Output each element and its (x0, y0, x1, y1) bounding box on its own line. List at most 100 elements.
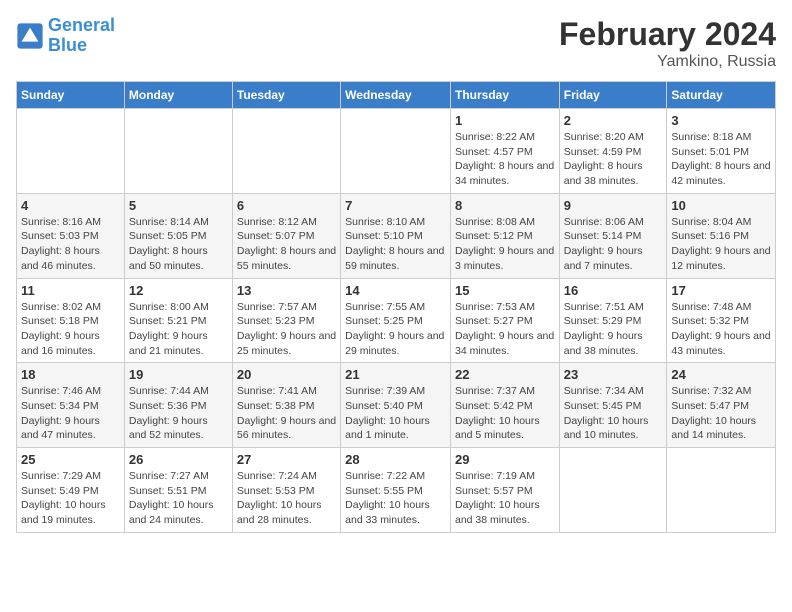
day-detail: Sunrise: 8:10 AM Sunset: 5:10 PM Dayligh… (345, 215, 446, 274)
calendar-cell: 29Sunrise: 7:19 AM Sunset: 5:57 PM Dayli… (450, 448, 559, 533)
logo-line2: Blue (48, 35, 87, 55)
day-number: 23 (564, 367, 663, 382)
weekday-header: Wednesday (341, 82, 451, 109)
calendar-cell (559, 448, 667, 533)
calendar-cell (341, 109, 451, 194)
day-number: 7 (345, 198, 446, 213)
day-number: 24 (671, 367, 771, 382)
day-number: 11 (21, 283, 120, 298)
calendar-cell: 13 Sunrise: 7:57 AM Sunset: 5:23 PM Dayli… (232, 278, 340, 363)
title-area: February 2024 Yamkino, Russia (559, 16, 776, 71)
logo-text: General Blue (48, 16, 115, 56)
calendar-cell: 17 Sunrise: 7:48 AM Sunset: 5:32 PM Dayli… (667, 278, 776, 363)
day-detail: Sunrise: 7:34 AM Sunset: 5:45 PM Dayligh… (564, 384, 663, 443)
day-number: 1 (455, 113, 555, 128)
calendar-cell: 15 Sunrise: 7:53 AM Sunset: 5:27 PM Dayli… (450, 278, 559, 363)
calendar-week-row: 1 Sunrise: 8:22 AM Sunset: 4:57 PM Daylig… (17, 109, 776, 194)
calendar-cell: 23 Sunrise: 7:34 AM Sunset: 5:45 PM Dayli… (559, 363, 667, 448)
day-number: 15 (455, 283, 555, 298)
day-number: 16 (564, 283, 663, 298)
weekday-header: Friday (559, 82, 667, 109)
day-detail: Sunrise: 7:24 AM Sunset: 5:53 PM Dayligh… (237, 469, 336, 528)
calendar-cell (17, 109, 125, 194)
day-detail: Sunrise: 8:04 AM Sunset: 5:16 PM Dayligh… (671, 215, 771, 274)
calendar-cell: 21Sunrise: 7:39 AM Sunset: 5:40 PM Dayli… (341, 363, 451, 448)
calendar-cell: 4 Sunrise: 8:16 AM Sunset: 5:03 PM Daylig… (17, 193, 125, 278)
day-number: 25 (21, 452, 120, 467)
day-detail: Sunrise: 7:29 AM Sunset: 5:49 PM Dayligh… (21, 469, 120, 528)
calendar-cell: 3 Sunrise: 8:18 AM Sunset: 5:01 PM Daylig… (667, 109, 776, 194)
calendar-cell (232, 109, 340, 194)
day-number: 10 (671, 198, 771, 213)
logo-line1: General (48, 15, 115, 35)
calendar-cell (124, 109, 232, 194)
day-detail: Sunrise: 7:57 AM Sunset: 5:23 PM Dayligh… (237, 300, 336, 359)
day-detail: Sunrise: 7:51 AM Sunset: 5:29 PM Dayligh… (564, 300, 663, 359)
day-number: 22 (455, 367, 555, 382)
day-detail: Sunrise: 8:22 AM Sunset: 4:57 PM Dayligh… (455, 130, 555, 189)
logo: General Blue (16, 16, 115, 56)
day-detail: Sunrise: 7:37 AM Sunset: 5:42 PM Dayligh… (455, 384, 555, 443)
day-detail: Sunrise: 8:12 AM Sunset: 5:07 PM Dayligh… (237, 215, 336, 274)
day-number: 5 (129, 198, 228, 213)
calendar-cell: 26Sunrise: 7:27 AM Sunset: 5:51 PM Dayli… (124, 448, 232, 533)
location-title: Yamkino, Russia (559, 53, 776, 71)
day-number: 27 (237, 452, 336, 467)
day-detail: Sunrise: 7:53 AM Sunset: 5:27 PM Dayligh… (455, 300, 555, 359)
day-number: 17 (671, 283, 771, 298)
day-detail: Sunrise: 8:20 AM Sunset: 4:59 PM Dayligh… (564, 130, 663, 189)
day-number: 28 (345, 452, 446, 467)
day-detail: Sunrise: 7:22 AM Sunset: 5:55 PM Dayligh… (345, 469, 446, 528)
day-number: 13 (237, 283, 336, 298)
day-detail: Sunrise: 8:00 AM Sunset: 5:21 PM Dayligh… (129, 300, 228, 359)
page-header: General Blue February 2024 Yamkino, Russ… (16, 16, 776, 71)
calendar-cell: 6Sunrise: 8:12 AM Sunset: 5:07 PM Daylig… (232, 193, 340, 278)
calendar-cell: 14Sunrise: 7:55 AM Sunset: 5:25 PM Dayli… (341, 278, 451, 363)
calendar-cell: 2 Sunrise: 8:20 AM Sunset: 4:59 PM Daylig… (559, 109, 667, 194)
calendar-week-row: 4 Sunrise: 8:16 AM Sunset: 5:03 PM Daylig… (17, 193, 776, 278)
calendar-week-row: 11 Sunrise: 8:02 AM Sunset: 5:18 PM Dayli… (17, 278, 776, 363)
day-number: 4 (21, 198, 120, 213)
day-number: 14 (345, 283, 446, 298)
calendar-cell: 12 Sunrise: 8:00 AM Sunset: 5:21 PM Dayli… (124, 278, 232, 363)
logo-icon (16, 22, 44, 50)
month-title: February 2024 (559, 16, 776, 53)
weekday-header: Sunday (17, 82, 125, 109)
calendar-cell: 10 Sunrise: 8:04 AM Sunset: 5:16 PM Dayli… (667, 193, 776, 278)
weekday-header-row: SundayMondayTuesdayWednesdayThursdayFrid… (17, 82, 776, 109)
calendar-cell: 8 Sunrise: 8:08 AM Sunset: 5:12 PM Daylig… (450, 193, 559, 278)
calendar-cell: 27 Sunrise: 7:24 AM Sunset: 5:53 PM Dayli… (232, 448, 340, 533)
calendar-cell: 11 Sunrise: 8:02 AM Sunset: 5:18 PM Dayli… (17, 278, 125, 363)
day-detail: Sunrise: 8:02 AM Sunset: 5:18 PM Dayligh… (21, 300, 120, 359)
calendar-cell (667, 448, 776, 533)
calendar-week-row: 18Sunrise: 7:46 AM Sunset: 5:34 PM Dayli… (17, 363, 776, 448)
calendar-cell: 1 Sunrise: 8:22 AM Sunset: 4:57 PM Daylig… (450, 109, 559, 194)
day-number: 19 (129, 367, 228, 382)
day-detail: Sunrise: 8:18 AM Sunset: 5:01 PM Dayligh… (671, 130, 771, 189)
day-detail: Sunrise: 8:16 AM Sunset: 5:03 PM Dayligh… (21, 215, 120, 274)
calendar-cell: 18Sunrise: 7:46 AM Sunset: 5:34 PM Dayli… (17, 363, 125, 448)
day-detail: Sunrise: 7:32 AM Sunset: 5:47 PM Dayligh… (671, 384, 771, 443)
day-detail: Sunrise: 8:08 AM Sunset: 5:12 PM Dayligh… (455, 215, 555, 274)
calendar-cell: 28 Sunrise: 7:22 AM Sunset: 5:55 PM Dayli… (341, 448, 451, 533)
day-number: 18 (21, 367, 120, 382)
weekday-header: Tuesday (232, 82, 340, 109)
weekday-header: Saturday (667, 82, 776, 109)
calendar-cell: 20Sunrise: 7:41 AM Sunset: 5:38 PM Dayli… (232, 363, 340, 448)
day-number: 9 (564, 198, 663, 213)
calendar-cell: 22 Sunrise: 7:37 AM Sunset: 5:42 PM Dayli… (450, 363, 559, 448)
day-detail: Sunrise: 8:14 AM Sunset: 5:05 PM Dayligh… (129, 215, 228, 274)
day-number: 26 (129, 452, 228, 467)
day-number: 21 (345, 367, 446, 382)
day-number: 2 (564, 113, 663, 128)
day-number: 12 (129, 283, 228, 298)
day-detail: Sunrise: 7:48 AM Sunset: 5:32 PM Dayligh… (671, 300, 771, 359)
calendar-cell: 24 Sunrise: 7:32 AM Sunset: 5:47 PM Dayli… (667, 363, 776, 448)
weekday-header: Monday (124, 82, 232, 109)
calendar-cell: 7 Sunrise: 8:10 AM Sunset: 5:10 PM Daylig… (341, 193, 451, 278)
day-number: 8 (455, 198, 555, 213)
weekday-header: Thursday (450, 82, 559, 109)
day-number: 3 (671, 113, 771, 128)
calendar-cell: 25 Sunrise: 7:29 AM Sunset: 5:49 PM Dayli… (17, 448, 125, 533)
day-detail: Sunrise: 7:44 AM Sunset: 5:36 PM Dayligh… (129, 384, 228, 443)
